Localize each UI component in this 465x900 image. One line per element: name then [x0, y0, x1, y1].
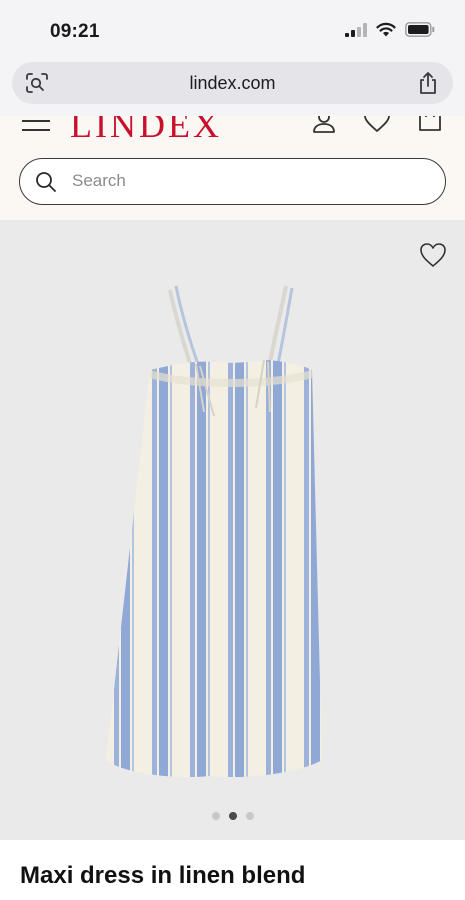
pagination-dot[interactable]	[211, 812, 220, 820]
search-input[interactable]	[72, 159, 412, 203]
wishlist-icon[interactable]	[364, 116, 390, 132]
image-pagination	[0, 812, 465, 820]
address-bar[interactable]: lindex.com	[12, 62, 453, 104]
pagination-dot-active[interactable]	[228, 812, 237, 820]
product-title: Maxi dress in linen blend	[20, 862, 306, 889]
product-image-gallery[interactable]	[0, 220, 465, 840]
shopping-bag-icon[interactable]	[418, 116, 442, 132]
status-bar: 09:21	[0, 0, 465, 60]
pagination-dot[interactable]	[245, 812, 254, 820]
menu-icon[interactable]	[22, 120, 50, 132]
product-image	[106, 285, 322, 778]
favorite-button[interactable]	[419, 242, 447, 271]
search-icon	[36, 172, 56, 192]
share-icon[interactable]	[417, 70, 439, 96]
status-icons	[345, 22, 435, 37]
status-time: 09:21	[50, 21, 100, 42]
lindex-logo[interactable]: LINDEX	[70, 116, 222, 146]
search-box[interactable]	[19, 158, 446, 205]
account-icon[interactable]	[312, 116, 336, 134]
url-text[interactable]: lindex.com	[12, 73, 453, 94]
battery-icon	[405, 22, 435, 37]
browser-toolbar: lindex.com	[0, 60, 465, 116]
heart-icon	[420, 243, 446, 267]
site-header: LINDEX	[0, 116, 465, 220]
wifi-icon	[376, 22, 396, 37]
cellular-signal-icon	[345, 22, 367, 37]
